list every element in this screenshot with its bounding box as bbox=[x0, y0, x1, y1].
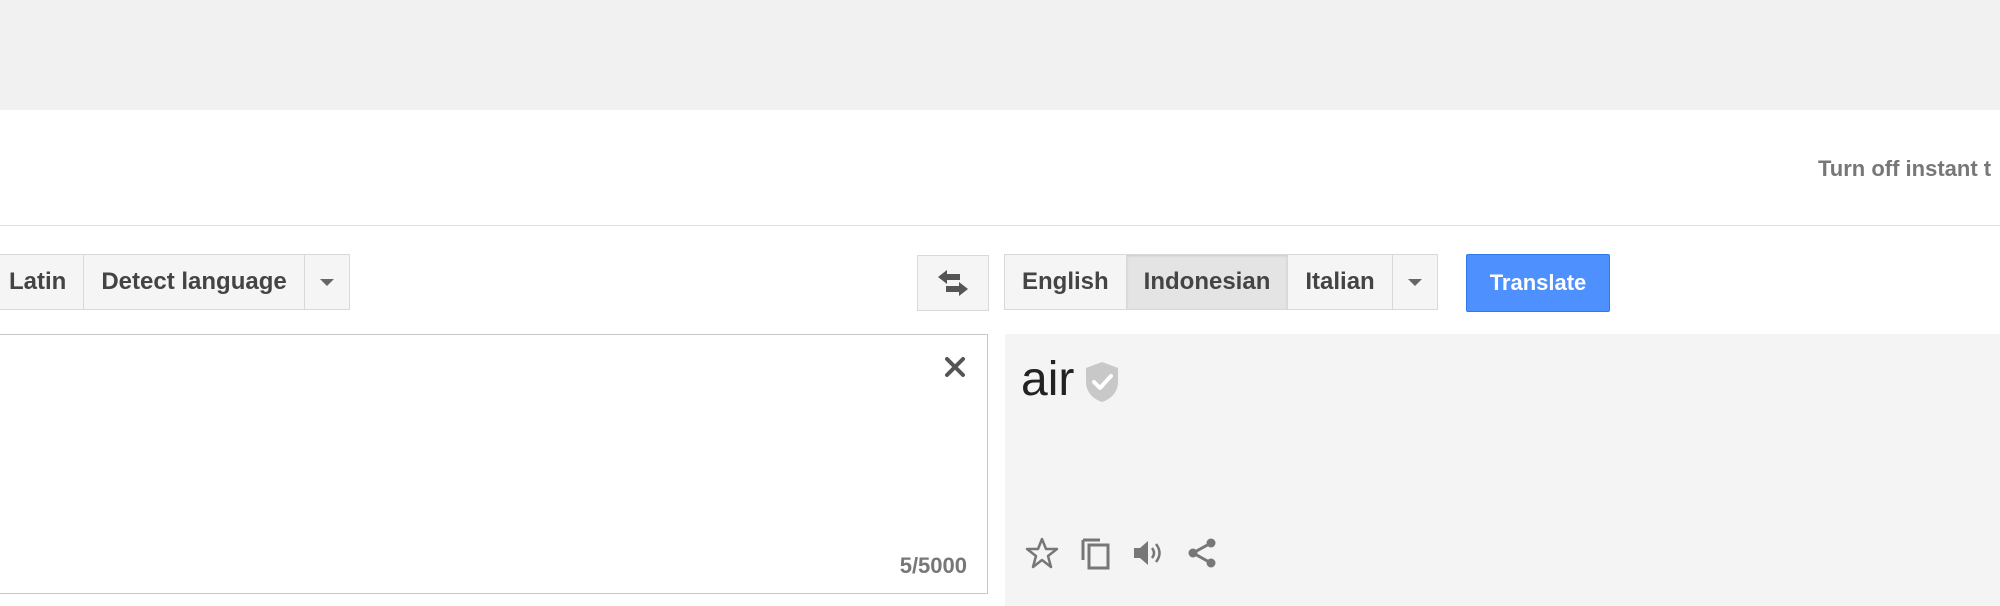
chevron-down-icon bbox=[319, 278, 334, 286]
target-lang-indonesian[interactable]: Indonesian bbox=[1125, 254, 1289, 310]
target-lang-dropdown[interactable] bbox=[1391, 254, 1438, 310]
translate-button[interactable]: Translate bbox=[1466, 254, 1610, 312]
share-button[interactable] bbox=[1183, 534, 1221, 572]
source-lang-dropdown[interactable] bbox=[303, 254, 350, 310]
verified-shield-icon[interactable] bbox=[1083, 360, 1121, 404]
star-icon bbox=[1025, 537, 1059, 569]
source-lang-detect[interactable]: Detect language bbox=[83, 254, 305, 310]
copy-button[interactable] bbox=[1076, 534, 1114, 572]
top-bar bbox=[0, 0, 2000, 110]
header-divider bbox=[0, 225, 2000, 226]
translation-result-panel: air bbox=[1005, 334, 2000, 606]
speaker-icon bbox=[1134, 541, 1161, 565]
character-count: 5/5000 bbox=[899, 553, 967, 578]
target-language-bar: English Indonesian Italian bbox=[1004, 254, 1438, 310]
target-lang-italian[interactable]: Italian bbox=[1287, 254, 1393, 310]
source-text-input[interactable]: 5/5000 bbox=[0, 334, 988, 594]
swap-icon bbox=[938, 270, 968, 296]
target-lang-english[interactable]: English bbox=[1004, 254, 1127, 310]
turn-off-instant-link[interactable]: Turn off instant t bbox=[1818, 156, 1991, 182]
source-lang-latin[interactable]: Latin bbox=[0, 254, 85, 310]
source-language-bar: Latin Detect language bbox=[0, 254, 350, 310]
star-button[interactable] bbox=[1023, 534, 1061, 572]
copy-icon bbox=[1081, 538, 1110, 570]
listen-button[interactable] bbox=[1129, 534, 1167, 572]
share-icon bbox=[1188, 538, 1216, 568]
chevron-down-icon bbox=[1407, 278, 1422, 286]
swap-languages-button[interactable] bbox=[917, 255, 989, 311]
clear-source-button[interactable] bbox=[941, 353, 969, 381]
translation-result-text[interactable]: air bbox=[1021, 352, 1074, 407]
close-icon bbox=[945, 357, 965, 377]
